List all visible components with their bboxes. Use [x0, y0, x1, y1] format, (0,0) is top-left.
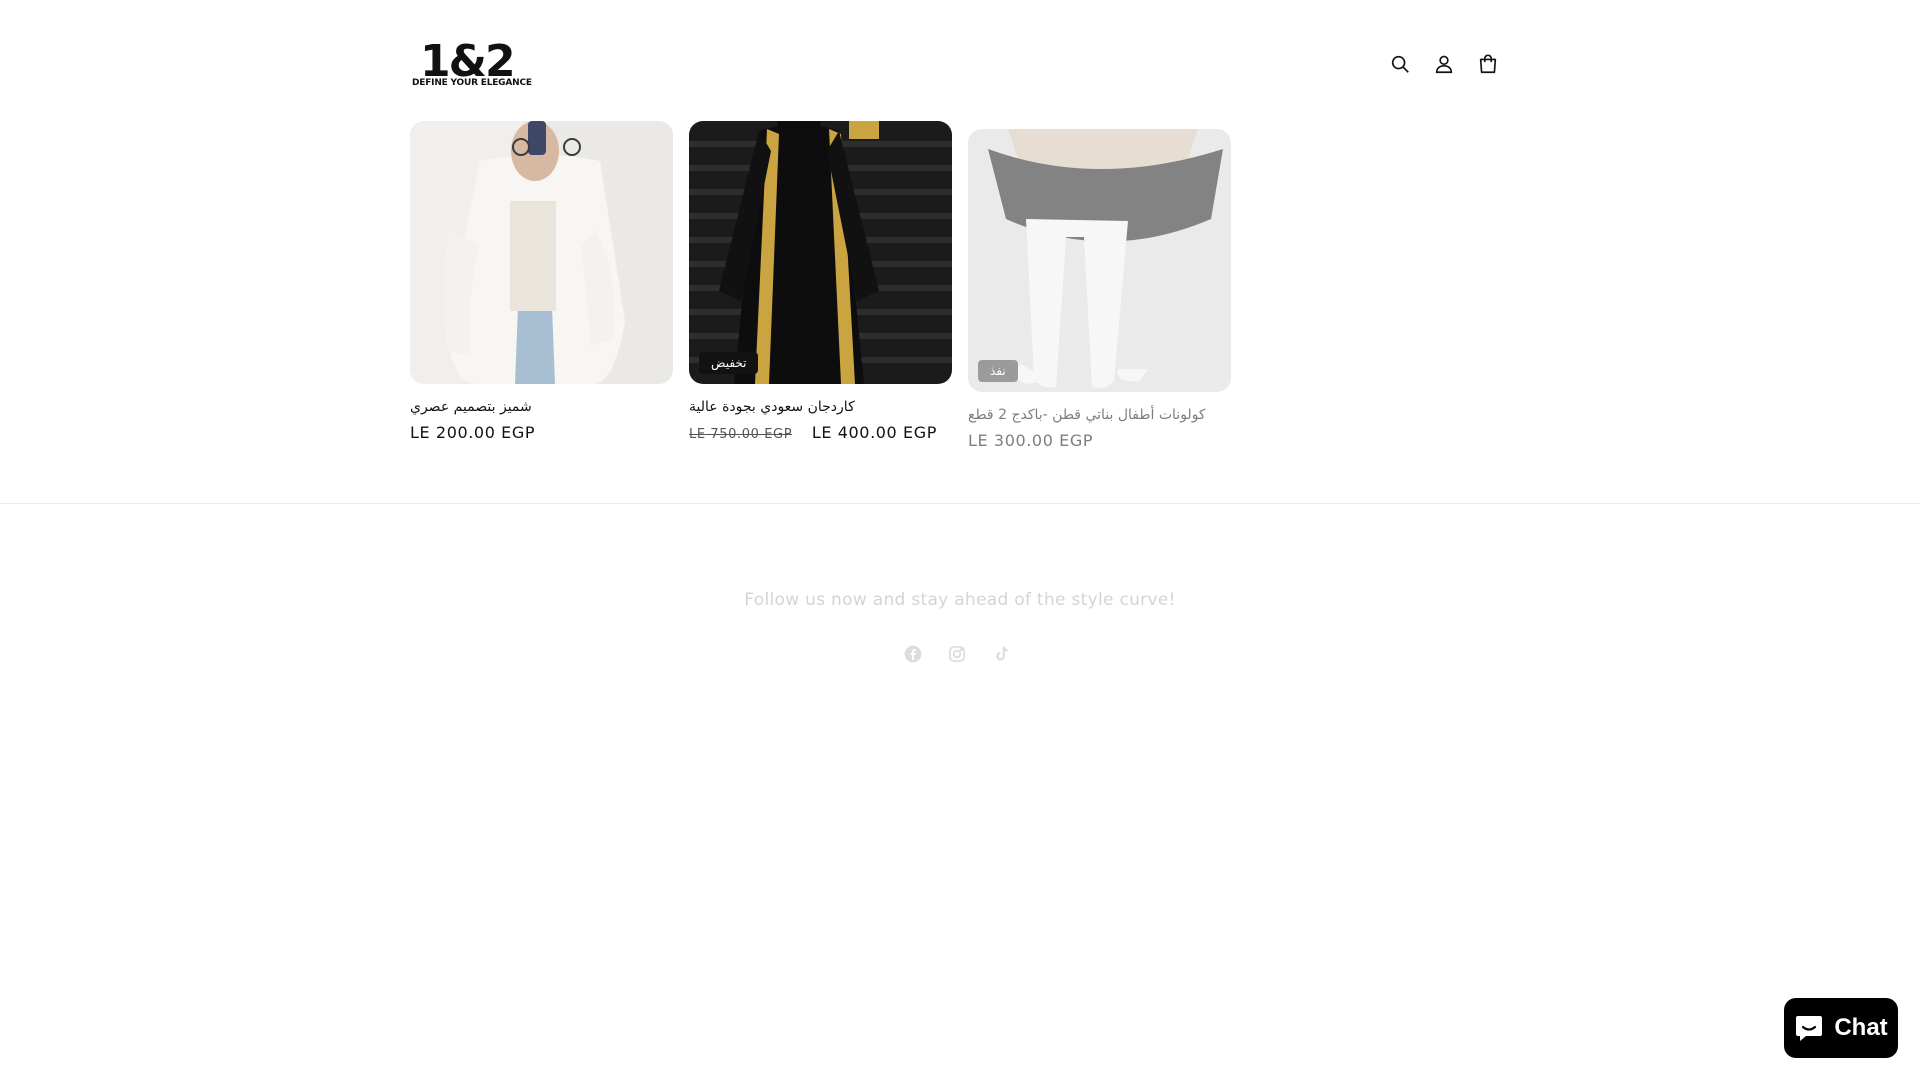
tiktok-icon[interactable] — [983, 636, 1019, 672]
site-header: 1&2 DEFINE YOUR ELEGANCE — [0, 0, 1920, 120]
product-card[interactable]: تخفيض كاردجان سعودي بجودة عالية LE 750.0… — [689, 121, 952, 442]
product-image[interactable] — [410, 121, 673, 384]
product-grid: شميز بتصميم عصري LE 200.00 EGP تخفيض كار… — [410, 121, 1510, 461]
account-icon[interactable] — [1426, 46, 1462, 82]
compare-at-price: LE 750.00 EGP — [689, 427, 793, 442]
cart-icon[interactable] — [1470, 46, 1506, 82]
product-title[interactable]: كاردجان سعودي بجودة عالية — [689, 399, 952, 415]
chat-label: Chat — [1834, 1014, 1888, 1041]
sale-price: LE 200.00 EGP — [410, 423, 536, 442]
product-title[interactable]: كولونات أطفال بناتي قطن -باكدج 2 قطع — [968, 407, 1231, 423]
sale-badge: تخفيض — [699, 352, 759, 374]
chat-bubble-icon — [1796, 1016, 1823, 1041]
store-logo[interactable]: 1&2 DEFINE YOUR ELEGANCE — [410, 40, 532, 90]
product-title[interactable]: شميز بتصميم عصري — [410, 399, 673, 415]
sold-out-badge: نفذ — [978, 360, 1018, 382]
follow-text: Follow us now and stay ahead of the styl… — [744, 590, 1176, 610]
search-icon[interactable] — [1382, 46, 1418, 82]
product-price: LE 750.00 EGP LE 400.00 EGP — [689, 423, 952, 442]
product-price: LE 200.00 EGP — [410, 423, 673, 442]
product-card[interactable]: شميز بتصميم عصري LE 200.00 EGP — [410, 121, 673, 442]
footer-divider — [0, 503, 1920, 504]
product-card[interactable]: نفذ كولونات أطفال بناتي قطن -باكدج 2 قطع… — [968, 129, 1231, 450]
facebook-icon[interactable] — [895, 636, 931, 672]
sale-price: LE 400.00 EGP — [811, 423, 937, 442]
sale-price: LE 300.00 EGP — [968, 431, 1094, 450]
chat-button[interactable]: Chat — [1784, 998, 1898, 1058]
instagram-icon[interactable] — [939, 636, 975, 672]
product-price: LE 300.00 EGP — [968, 431, 1231, 450]
header-icons — [1382, 46, 1512, 82]
logo-tagline: DEFINE YOUR ELEGANCE — [412, 78, 532, 88]
product-image[interactable]: نفذ — [968, 129, 1231, 392]
social-links — [895, 636, 1025, 672]
product-image[interactable]: تخفيض — [689, 121, 952, 384]
